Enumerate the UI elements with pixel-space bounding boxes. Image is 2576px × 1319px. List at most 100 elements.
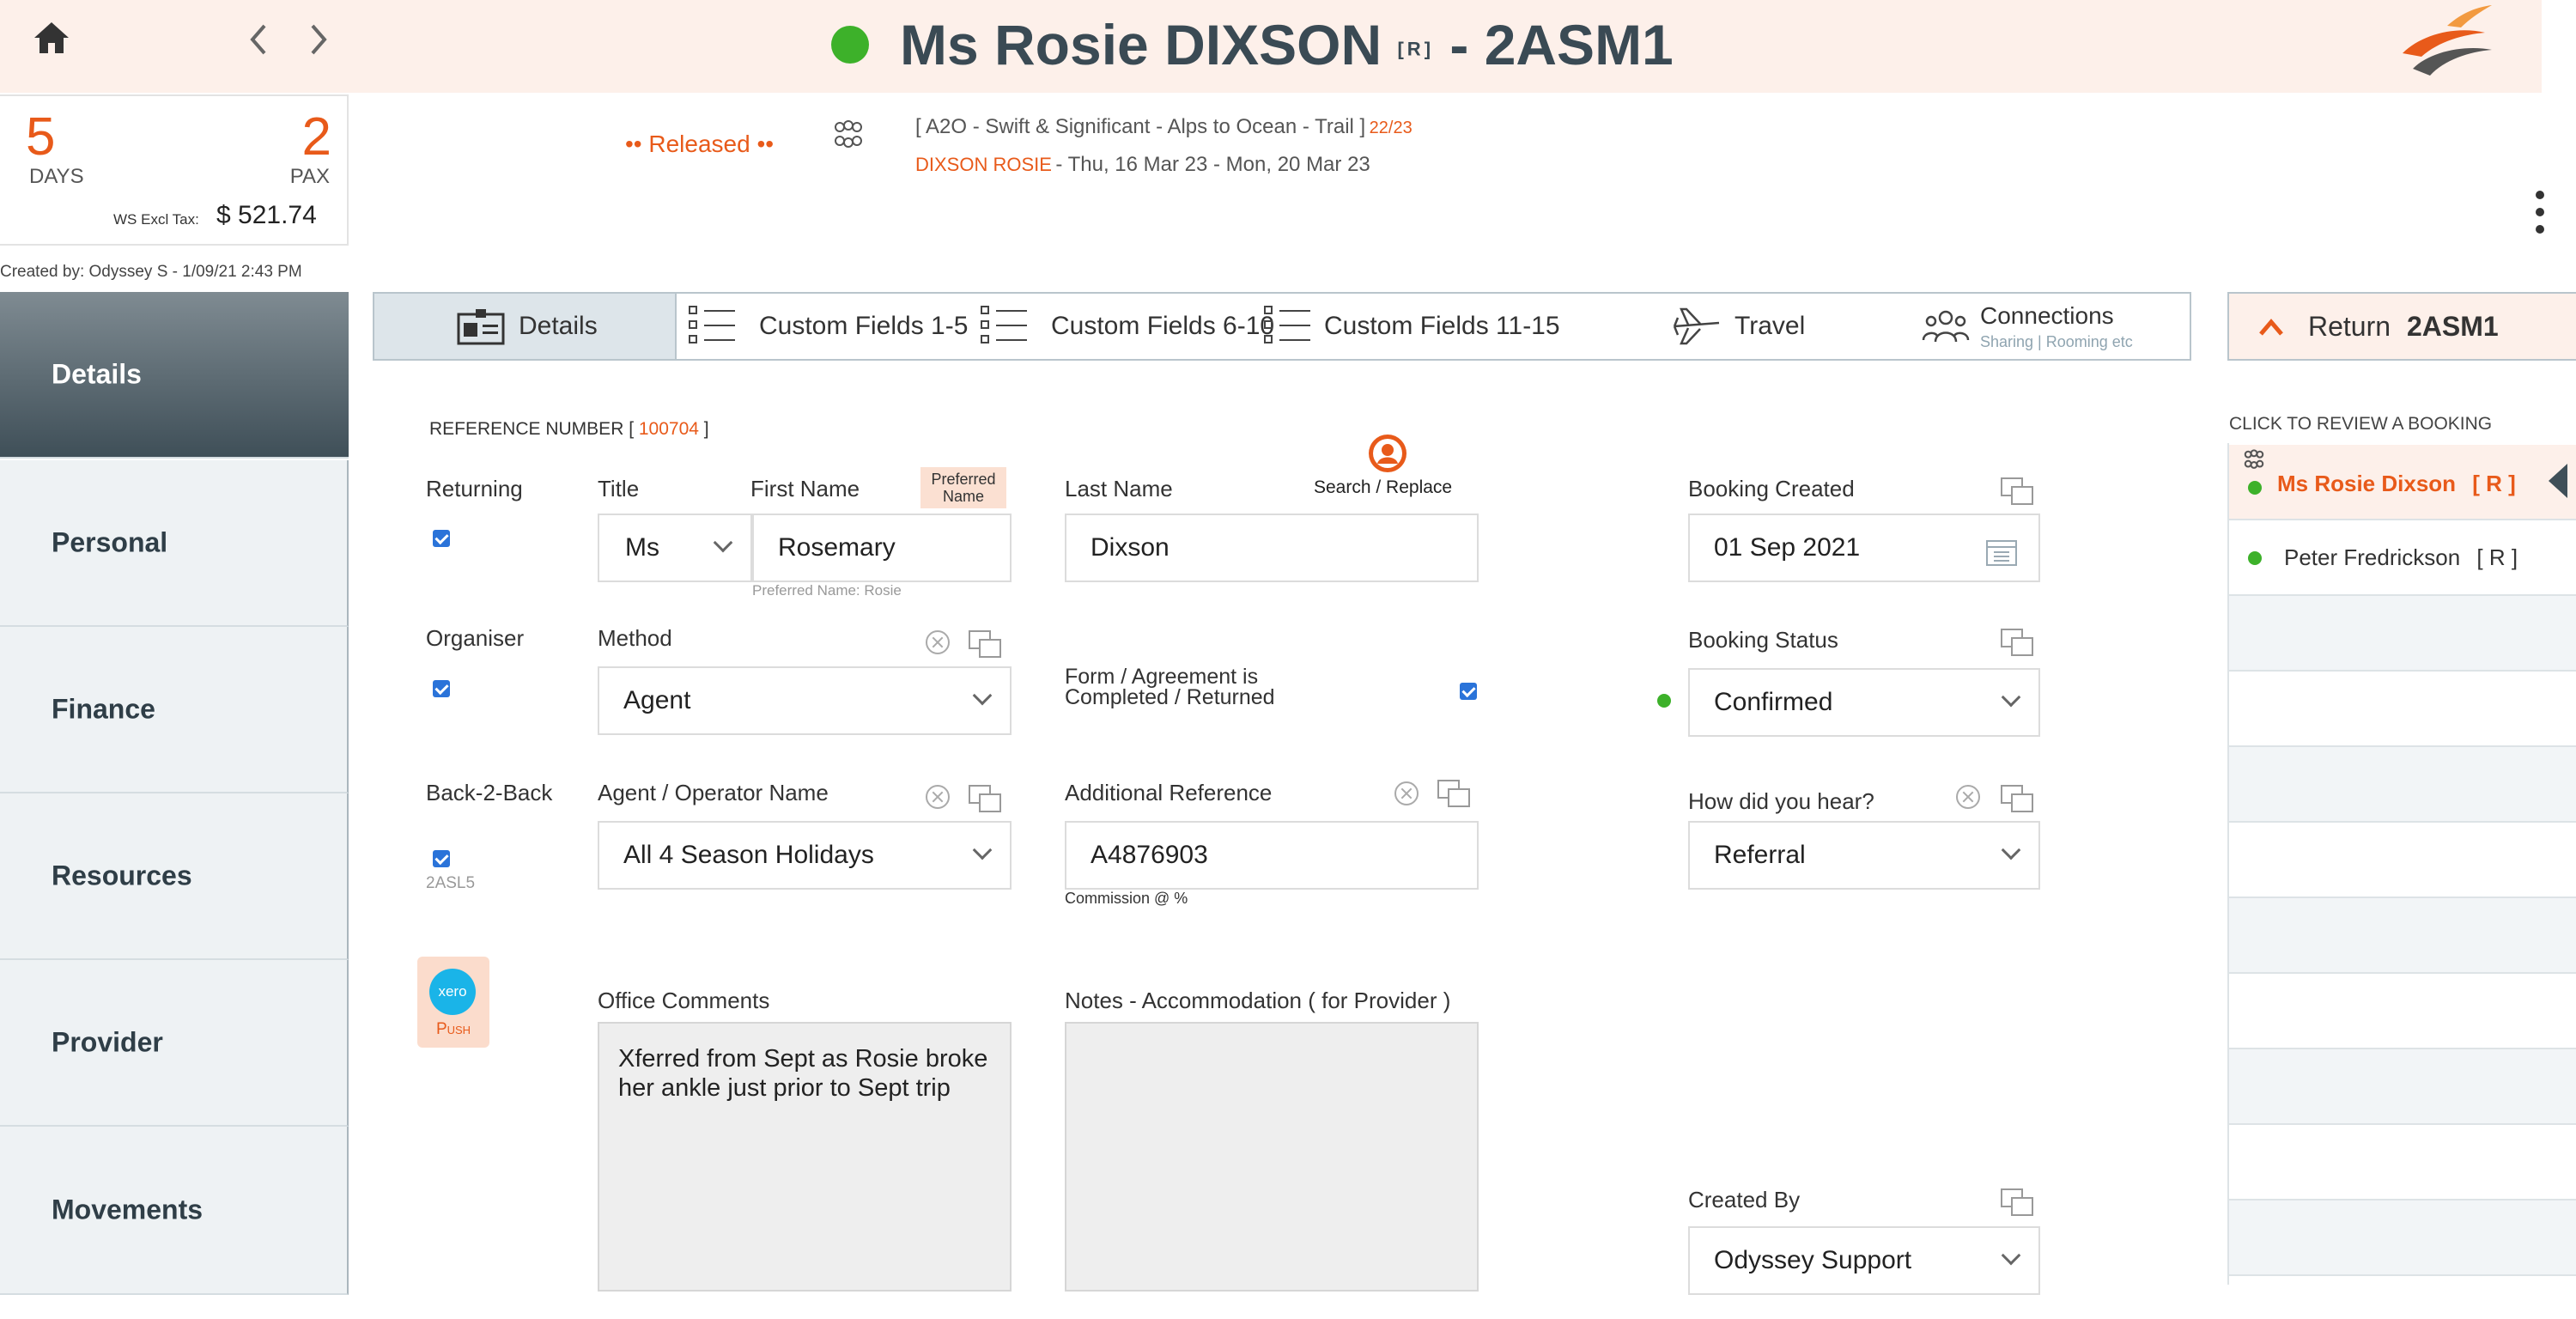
sidebar-item-personal[interactable]: Personal (0, 460, 349, 627)
created-by-label: Created By (1688, 1187, 1801, 1213)
last-name-label: Last Name (1065, 476, 1173, 501)
tab-connections[interactable]: Connections Sharing | Rooming etc (1917, 294, 2190, 359)
return-text: Return (2308, 311, 2391, 342)
clear-icon[interactable] (1394, 781, 1419, 805)
search-replace-button[interactable]: Search / Replace (1312, 435, 1460, 503)
agent-label: Agent / Operator Name (598, 780, 829, 805)
tab-custom-fields-6-10[interactable]: Custom Fields 6-10 (969, 294, 1274, 359)
tab-label: Custom Fields 11-15 (1324, 312, 1560, 340)
created-by-info: Created by: Odyssey S - 1/09/21 2:43 PM (0, 263, 302, 281)
tab-custom-fields-1-5[interactable]: Custom Fields 1-5 (677, 294, 969, 359)
sidebar-item-finance[interactable]: Finance (0, 627, 349, 793)
lead-name: DIXSON ROSIE (915, 154, 1052, 175)
sidebar-item-label: Provider (52, 1026, 163, 1058)
office-comments-value: Xferred from Sept as Rosie broke her ank… (618, 1045, 988, 1102)
tab-details[interactable]: Details (374, 294, 677, 359)
title-value: Ms (625, 533, 659, 562)
pax-label: PAX (289, 165, 330, 188)
return-button[interactable]: Return 2ASM1 (2227, 292, 2576, 361)
organiser-checkbox[interactable] (433, 680, 450, 697)
search-replace-label: Search / Replace (1314, 477, 1453, 497)
person-search-icon (1369, 435, 1406, 472)
last-name-field[interactable]: Dixson (1065, 514, 1479, 582)
booking-created-field[interactable]: 01 Sep 2021 (1688, 514, 2040, 582)
reference-value: 100704 (638, 419, 699, 439)
sidebar-item-label: Resources (52, 860, 192, 891)
sidebar-item-label: Finance (52, 693, 155, 725)
clear-icon[interactable] (926, 630, 950, 654)
sidebar-item-movements[interactable]: Movements (0, 1127, 349, 1295)
copy-icon[interactable] (1437, 780, 1470, 807)
checklist-icon (689, 306, 737, 345)
form-agreement-label: Form / Agreement is Completed / Returned (1065, 665, 1275, 709)
copy-icon[interactable] (2001, 477, 2033, 505)
additional-ref-field[interactable]: A4876903 (1065, 821, 1479, 890)
agent-select[interactable]: All 4 Season Holidays (598, 821, 1012, 890)
trip-dates-line: DIXSON ROSIE - Thu, 16 Mar 23 - Mon, 20 … (915, 153, 1370, 177)
pax-value: 2 (301, 107, 331, 167)
booking-item[interactable]: Peter Fredrickson [ R ] (2229, 520, 2576, 596)
days-label: DAYS (29, 165, 84, 188)
chevron-down-icon (713, 532, 733, 553)
return-label: Return 2ASM1 (2308, 311, 2499, 343)
trip-dates: - Thu, 16 Mar 23 - Mon, 20 Mar 23 (1055, 153, 1370, 176)
checklist-icon (981, 306, 1029, 345)
tab-label: Travel (1735, 312, 1806, 340)
xero-push-button[interactable]: xero Push (417, 957, 489, 1048)
method-select[interactable]: Agent (598, 666, 1012, 735)
booking-empty-row (2229, 596, 2576, 672)
back2back-code: 2ASL5 (426, 874, 476, 892)
preferred-name-badge[interactable]: Preferred Name (920, 467, 1006, 508)
booking-empty-row (2229, 747, 2576, 823)
forward-arrow-icon[interactable] (306, 22, 331, 57)
more-menu-icon[interactable] (2535, 191, 2545, 234)
organiser-label: Organiser (426, 625, 525, 651)
sidebar-item-details[interactable]: Details (0, 292, 349, 459)
booking-item-name: Peter Fredrickson [ R ] (2284, 544, 2518, 571)
sidebar-item-provider[interactable]: Provider (0, 960, 349, 1127)
push-label: Push (435, 1020, 471, 1038)
back2back-label: Back-2-Back (426, 780, 553, 805)
copy-icon[interactable] (969, 785, 1001, 812)
tab-travel[interactable]: Travel (1662, 294, 1877, 359)
booking-item-name: Ms Rosie Dixson [ R ] (2277, 471, 2516, 497)
office-comments-label: Office Comments (598, 988, 770, 1013)
how-hear-label: How did you hear? (1688, 788, 1874, 814)
booking-item-selected[interactable]: Ms Rosie Dixson [ R ] (2229, 445, 2576, 520)
booking-empty-row (2229, 823, 2576, 898)
clear-icon[interactable] (926, 785, 950, 809)
notes-textarea[interactable] (1065, 1022, 1479, 1292)
title-label: Title (598, 476, 640, 501)
client-tag: [R] (1397, 38, 1435, 60)
bookings-header: CLICK TO REVIEW A BOOKING (2229, 414, 2493, 434)
form-agreement-checkbox[interactable] (1460, 683, 1477, 700)
xero-logo-text: xero (438, 983, 467, 1000)
copy-icon[interactable] (969, 630, 1001, 658)
trip-status: •• Released •• (625, 131, 775, 157)
clear-icon[interactable] (1956, 785, 1980, 809)
method-value: Agent (623, 686, 691, 714)
office-comments-textarea[interactable]: Xferred from Sept as Rosie broke her ank… (598, 1022, 1012, 1292)
tab-custom-fields-11-15[interactable]: Custom Fields 11-15 (1264, 294, 1607, 359)
title-select[interactable]: Ms (598, 514, 752, 582)
calendar-icon[interactable] (1985, 538, 2018, 567)
copy-icon[interactable] (2001, 1188, 2033, 1216)
returning-checkbox[interactable] (433, 530, 450, 547)
group-icon (829, 119, 867, 153)
copy-icon[interactable] (2001, 785, 2033, 812)
sidebar-item-label: Details (52, 358, 142, 390)
first-name-field[interactable]: Rosemary (752, 514, 1012, 582)
back-arrow-icon[interactable] (246, 22, 271, 57)
booking-tag: [ R ] (2472, 471, 2516, 496)
home-icon[interactable] (31, 19, 72, 57)
created-by-select[interactable]: Odyssey Support (1688, 1226, 2040, 1295)
chevron-down-icon (2001, 1245, 2021, 1266)
booking-status-select[interactable]: Confirmed (1688, 668, 2040, 737)
sidebar-item-label: Movements (52, 1194, 204, 1225)
tab-sublabel: Sharing | Rooming etc (1980, 333, 2133, 350)
back2back-checkbox[interactable] (433, 850, 450, 867)
how-hear-select[interactable]: Referral (1688, 821, 2040, 890)
copy-icon[interactable] (2001, 629, 2033, 656)
sidebar-item-resources[interactable]: Resources (0, 793, 349, 960)
page-title: Ms Rosie DIXSON [R] - 2ASM1 (900, 12, 1674, 81)
